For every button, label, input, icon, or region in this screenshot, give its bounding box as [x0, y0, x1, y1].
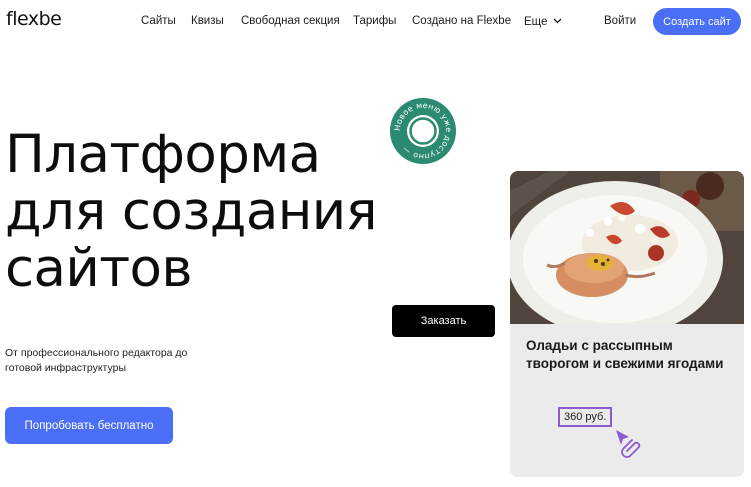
order-button[interactable]: Заказать — [392, 305, 495, 337]
new-menu-badge[interactable]: Новое меню уже доступно — — [389, 97, 457, 165]
try-free-button[interactable]: Попробовать бесплатно — [5, 407, 173, 444]
product-card[interactable]: Оладьи с рассыпным творогом и свежими яг… — [510, 171, 744, 477]
product-price[interactable]: 360 руб. — [558, 407, 613, 427]
nav-more-label: Еще — [524, 16, 548, 28]
chevron-down-icon — [553, 15, 562, 27]
hero-subtitle: От профессионального редактора до готово… — [5, 347, 188, 374]
create-site-button[interactable]: Создать сайт — [653, 8, 741, 35]
nav-item-free-section[interactable]: Свободная секция — [241, 15, 340, 27]
nav-item-more[interactable]: Еще — [524, 15, 562, 28]
nav-item-sites[interactable]: Сайты — [141, 15, 176, 27]
title-line-3: сайтов — [5, 238, 193, 299]
title-line-2: для создания — [5, 181, 378, 242]
paperclip-pointer-icon — [616, 430, 641, 458]
nav-item-pricing[interactable]: Тарифы — [353, 15, 396, 27]
title-line-1: Платформа — [5, 124, 321, 185]
nav-item-made-on-flexbe[interactable]: Создано на Flexbe — [412, 15, 511, 27]
product-title: Оладьи с рассыпным творогом и свежими яг… — [526, 338, 724, 371]
login-link[interactable]: Войти — [604, 15, 636, 27]
site-header: flexbe Сайты Квизы Свободная секция Тари… — [0, 0, 751, 44]
food-photo — [510, 171, 744, 324]
nav-item-quizzes[interactable]: Квизы — [191, 15, 224, 27]
flexbe-logo[interactable]: flexbe — [6, 8, 62, 30]
page-title: Платформа для создания сайтов — [5, 124, 378, 299]
